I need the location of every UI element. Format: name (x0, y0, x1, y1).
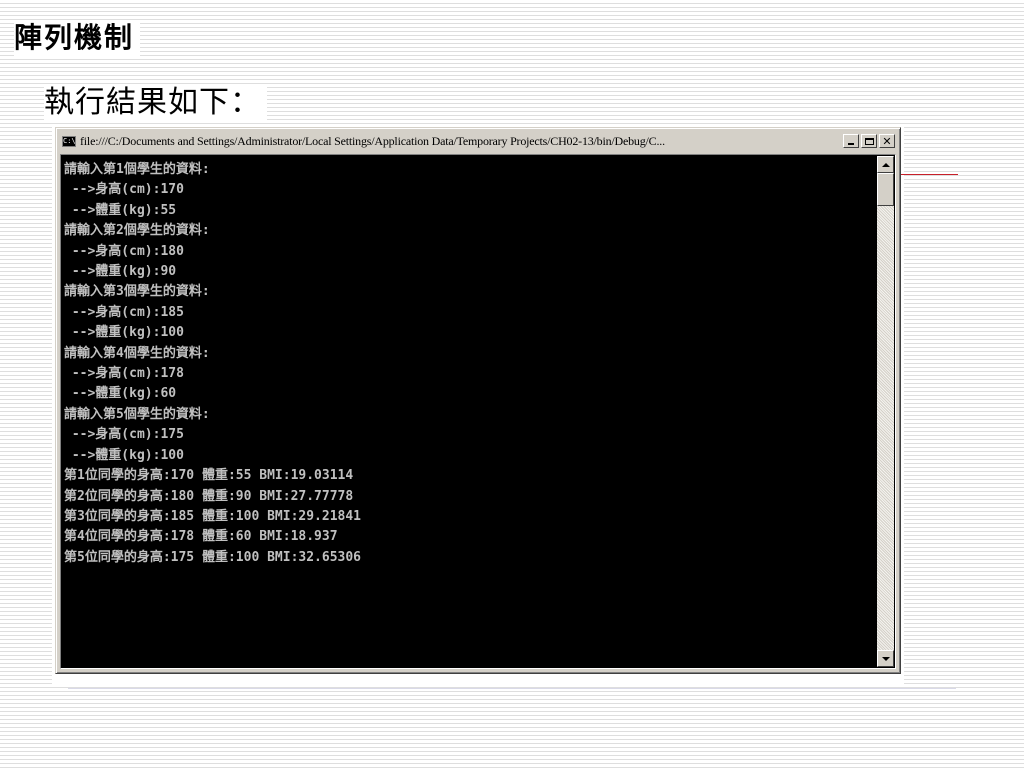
console-body: 請輸入第1個學生的資料: -->身高(cm):170 -->體重(kg):55 請… (60, 154, 896, 669)
minimize-button[interactable] (843, 134, 859, 148)
scroll-down-button[interactable] (877, 650, 894, 667)
close-button[interactable]: ✕ (879, 134, 895, 148)
minimize-icon (848, 143, 854, 145)
slide-title: 陣列機制 (14, 20, 141, 56)
console-line: 第1位同學的身高:170 體重:55 BMI:19.03114 (64, 468, 354, 484)
close-icon: ✕ (882, 134, 892, 148)
console-line: 第5位同學的身高:175 體重:100 BMI:32.65306 (64, 549, 362, 565)
console-line: -->體重(kg):55 (64, 202, 177, 218)
scroll-thumb[interactable] (877, 173, 894, 206)
console-line: -->體重(kg):100 (64, 447, 184, 463)
console-line: 請輸入第3個學生的資料: (64, 284, 210, 300)
maximize-button[interactable] (861, 134, 877, 148)
console-line: 請輸入第5個學生的資料: (64, 406, 210, 422)
console-line: 第3位同學的身高:185 體重:100 BMI:29.21841 (64, 508, 362, 524)
console-line: 請輸入第1個學生的資料: (64, 162, 210, 177)
console-line: 請輸入第2個學生的資料: (64, 223, 210, 239)
console-line: -->身高(cm):178 (64, 366, 184, 382)
scroll-down-arrow-icon (881, 656, 890, 661)
scroll-up-button[interactable] (877, 156, 894, 173)
console-line: -->體重(kg):90 (64, 264, 177, 280)
slide-subtitle: 執行結果如下： (44, 84, 267, 122)
bottom-divider (68, 688, 956, 689)
window-controls: ✕ (841, 134, 895, 148)
console-window[interactable]: C:\ file:///C:/Documents and Settings/Ad… (55, 127, 901, 674)
accent-line (900, 174, 958, 175)
console-line: -->身高(cm):170 (64, 182, 184, 198)
scroll-up-arrow-icon (881, 162, 890, 167)
console-line: -->體重(kg):100 (64, 325, 184, 341)
maximize-icon (864, 137, 874, 145)
command-prompt-icon[interactable]: C:\ (62, 135, 76, 147)
console-line: -->身高(cm):180 (64, 243, 184, 259)
console-line: -->身高(cm):175 (64, 427, 184, 443)
console-line: 請輸入第4個學生的資料: (64, 345, 210, 361)
window-title: file:///C:/Documents and Settings/Admini… (80, 133, 665, 148)
window-titlebar[interactable]: C:\ file:///C:/Documents and Settings/Ad… (59, 131, 897, 151)
console-screen[interactable]: 請輸入第1個學生的資料: -->身高(cm):170 -->體重(kg):55 請… (62, 156, 877, 667)
console-output: 請輸入第1個學生的資料: -->身高(cm):170 -->體重(kg):55 請… (62, 156, 877, 568)
console-line: 第4位同學的身高:178 體重:60 BMI:18.937 (64, 529, 338, 545)
vertical-scrollbar[interactable] (877, 156, 894, 667)
console-line: -->體重(kg):60 (64, 386, 177, 402)
console-line: -->身高(cm):185 (64, 304, 184, 320)
console-line: 第2位同學的身高:180 體重:90 BMI:27.77778 (64, 488, 354, 504)
